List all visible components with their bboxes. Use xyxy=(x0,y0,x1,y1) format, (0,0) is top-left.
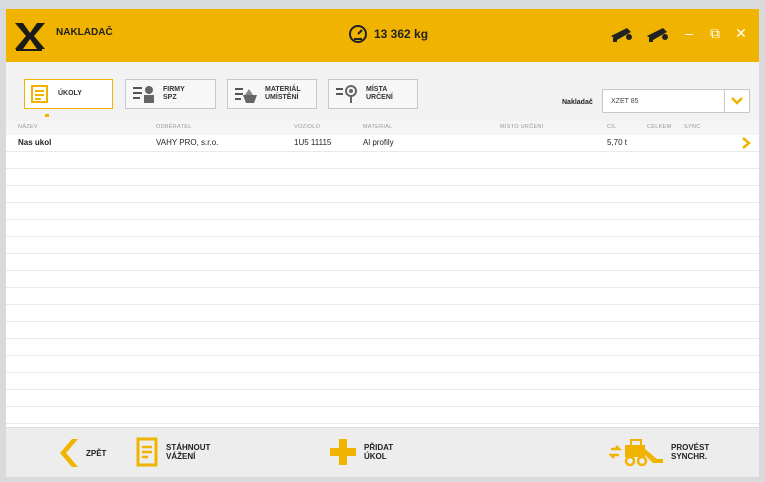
sync-button[interactable]: PROVÉST SYNCHR. xyxy=(609,437,709,467)
empty-row xyxy=(6,271,759,288)
cell-vehicle: 1U5 11115 xyxy=(294,138,332,147)
empty-row xyxy=(6,322,759,339)
empty-row xyxy=(6,339,759,356)
material-icon xyxy=(235,88,257,103)
app-logo xyxy=(15,23,45,51)
tab-material-label: MATERIÁL UMÍSTĚNÍ xyxy=(265,86,301,101)
column-header-material[interactable]: MATERIÁL xyxy=(363,124,393,130)
add-task-label: PŘIDAT ÚKOL xyxy=(364,443,394,461)
truck-camera-icon-2[interactable] xyxy=(645,22,671,44)
empty-row xyxy=(6,237,759,254)
plus-icon xyxy=(330,439,356,465)
cell-name: Nas ukol xyxy=(18,138,52,147)
footer-bar: ZPĚT STÁHNOUT VÁŽENÍ PŘIDAT ÚKOL PROVÉST… xyxy=(6,427,759,477)
empty-row xyxy=(6,220,759,237)
loader-select-value: XZET 85 xyxy=(611,98,639,105)
column-header-target[interactable]: CÍL xyxy=(607,124,616,130)
table-header: NÁZEV ODBĚRATEL VOZIDLO MATERIÁL MÍSTO U… xyxy=(6,121,759,135)
tab-material[interactable]: MATERIÁL UMÍSTĚNÍ xyxy=(227,79,317,109)
column-header-sync[interactable]: SYNC xyxy=(684,124,700,130)
column-header-vehicle[interactable]: VOZIDLO xyxy=(294,124,320,130)
empty-row xyxy=(6,152,759,169)
table-row[interactable]: Nas ukol VAHY PRO, s.r.o. 1U5 11115 Al p… xyxy=(6,135,759,152)
tab-destinations[interactable]: MÍSTA URČENÍ xyxy=(328,79,418,109)
back-button[interactable]: ZPĚT xyxy=(58,437,106,469)
tab-destinations-label: MÍSTA URČENÍ xyxy=(366,86,393,101)
window-controls: – ⧉ ✕ xyxy=(609,22,749,44)
column-header-total[interactable]: CELKEM xyxy=(647,124,671,130)
weight-readout: 13 362 kg xyxy=(348,24,428,44)
empty-row xyxy=(6,254,759,271)
empty-row xyxy=(6,203,759,220)
cell-customer: VAHY PRO, s.r.o. xyxy=(156,138,219,147)
column-header-name[interactable]: NÁZEV xyxy=(18,124,38,130)
tasks-icon xyxy=(31,85,48,103)
empty-row xyxy=(6,373,759,390)
tab-tasks[interactable]: ÚKOLY xyxy=(24,79,113,109)
toolbar: ÚKOLY FIRMY SPZ MATERIÁL UMÍSTĚNÍ MÍSTA … xyxy=(6,62,759,130)
sync-label: PROVÉST SYNCHR. xyxy=(671,443,710,461)
loader-select-label: Nakladač xyxy=(562,99,593,106)
close-button[interactable]: ✕ xyxy=(733,22,749,44)
cell-target: 5,70 t xyxy=(607,138,628,147)
active-tab-indicator xyxy=(45,114,49,117)
empty-row xyxy=(6,186,759,203)
column-header-customer[interactable]: ODBĚRATEL xyxy=(156,124,192,130)
add-task-button[interactable]: PŘIDAT ÚKOL xyxy=(328,437,393,467)
tab-companies[interactable]: FIRMY SPZ xyxy=(125,79,216,109)
empty-row xyxy=(6,390,759,407)
document-download-icon xyxy=(136,437,158,467)
empty-row xyxy=(6,305,759,322)
column-header-destination[interactable]: MÍSTO URČENÍ xyxy=(500,124,544,130)
download-weighing-button[interactable]: STÁHNOUT VÁŽENÍ xyxy=(136,437,210,467)
empty-row xyxy=(6,288,759,305)
empty-row xyxy=(6,407,759,424)
destination-icon xyxy=(336,85,357,103)
truck-camera-icon[interactable] xyxy=(609,22,635,44)
minimize-button[interactable]: – xyxy=(681,22,697,44)
app-title: NAKLADAČ xyxy=(56,27,113,38)
tab-tasks-label: ÚKOLY xyxy=(58,90,82,97)
empty-row xyxy=(6,356,759,373)
restore-button[interactable]: ⧉ xyxy=(707,22,723,44)
title-bar: NAKLADAČ 13 362 kg – ⧉ ✕ xyxy=(6,9,759,62)
chevron-down-icon[interactable] xyxy=(724,90,749,112)
back-label: ZPĚT xyxy=(86,448,107,458)
scale-gauge-icon xyxy=(349,25,367,43)
cell-material: Al profily xyxy=(363,138,394,147)
sync-loader-icon xyxy=(609,439,663,467)
download-weighing-label: STÁHNOUT VÁŽENÍ xyxy=(166,443,211,461)
empty-row xyxy=(6,169,759,186)
chevron-left-icon xyxy=(60,439,78,467)
chevron-right-icon[interactable] xyxy=(741,137,751,149)
tab-companies-label: FIRMY SPZ xyxy=(163,86,185,101)
loader-select[interactable]: XZET 85 xyxy=(602,89,750,113)
tasks-table: NÁZEV ODBĚRATEL VOZIDLO MATERIÁL MÍSTO U… xyxy=(6,121,759,427)
app-window: NAKLADAČ 13 362 kg – ⧉ ✕ ÚKOLY FIRMY SPZ… xyxy=(6,9,759,477)
weight-value: 13 362 kg xyxy=(374,27,429,41)
companies-icon xyxy=(133,86,154,103)
